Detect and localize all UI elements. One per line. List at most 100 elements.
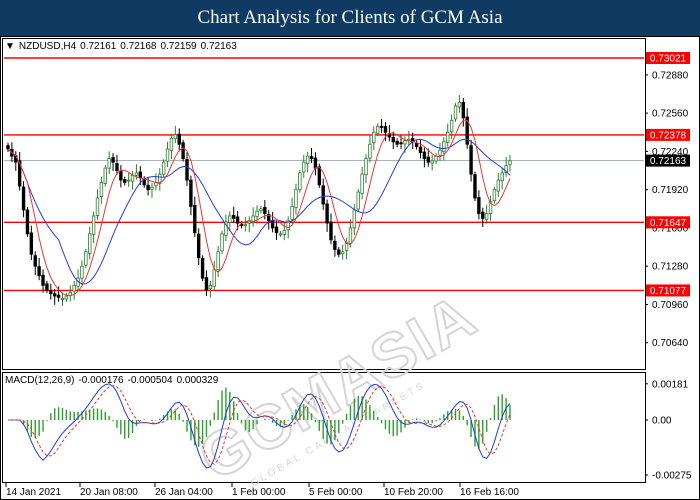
candle-body: [64, 295, 69, 300]
candle-body: [235, 216, 240, 224]
macd-value-2: -0.000504: [127, 375, 173, 386]
candle-body: [484, 213, 489, 220]
close-value: 0.72163: [200, 41, 237, 52]
macd-label: MACD(12,26,9): [5, 375, 75, 386]
candle-body: [161, 161, 166, 175]
candle-body: [337, 249, 341, 255]
candle-body: [119, 170, 123, 181]
time-tick-label: 10 Feb 20:00: [384, 487, 443, 498]
candle-body: [21, 186, 26, 211]
candle-body: [442, 141, 446, 153]
candle-body: [130, 174, 135, 182]
candle-body: [150, 186, 154, 190]
candle-body: [72, 284, 76, 292]
candle-body: [204, 277, 209, 291]
candle-body: [368, 143, 372, 159]
candle-body: [169, 137, 174, 151]
candle-body: [278, 233, 283, 236]
candle-body: [438, 149, 442, 156]
candle-body: [103, 167, 107, 184]
candle-body: [446, 131, 450, 143]
macd-tick-label: 0.00: [652, 416, 672, 427]
candle-body: [356, 191, 360, 210]
candle-body: [123, 179, 127, 183]
time-tick-label: 1 Feb 00:00: [232, 487, 286, 498]
candle-body: [379, 125, 384, 128]
candle-body: [414, 142, 419, 148]
current-price-label: 0.72163: [650, 156, 687, 167]
candle-body: [391, 137, 395, 143]
candle-body: [329, 221, 333, 241]
open-value: 0.72161: [80, 41, 117, 52]
candle-body: [375, 125, 380, 134]
macd-value-1: -0.000176: [78, 375, 124, 386]
candle-body: [212, 269, 216, 287]
candle-body: [228, 215, 232, 223]
candle-body: [457, 101, 462, 108]
macd-tick-label: -0.00275: [652, 471, 692, 482]
candle-body: [282, 229, 286, 235]
macd-tick-label: 0.00181: [652, 379, 689, 390]
candle-body: [461, 101, 466, 119]
chart-title: Chart Analysis for Clients of GCM Asia: [197, 7, 503, 28]
candle-body: [305, 155, 310, 164]
candle-body: [453, 105, 458, 120]
candle-body: [422, 151, 427, 159]
level-label: 0.71077: [650, 286, 687, 297]
candle-body: [500, 172, 504, 181]
candle-body: [134, 172, 139, 176]
candle-body: [383, 126, 388, 133]
candle-body: [165, 148, 170, 162]
candle-body: [208, 284, 213, 290]
candle-body: [33, 255, 37, 267]
candle-body: [348, 227, 353, 244]
candle-body: [49, 290, 53, 295]
candle-body: [430, 160, 434, 164]
candle-body: [399, 142, 403, 145]
candle-body: [146, 184, 150, 191]
candle-body: [91, 215, 96, 235]
candle-body: [317, 166, 322, 186]
collapse-arrow-icon[interactable]: ▼: [5, 41, 15, 52]
candle-body: [294, 189, 298, 208]
symbol-name: NZDUSD,H4: [18, 41, 77, 52]
candle-body: [60, 298, 65, 300]
candle-body: [95, 197, 100, 216]
price-tick-label: 0.72560: [652, 109, 689, 120]
candle-body: [6, 145, 10, 150]
candle-body: [492, 189, 497, 202]
candle-body: [88, 233, 92, 254]
candle-body: [232, 215, 236, 219]
candle-body: [325, 203, 329, 224]
candle-body: [352, 209, 357, 229]
chart-title-bar: Chart Analysis for Clients of GCM Asia: [0, 0, 700, 36]
time-tick-label: 16 Feb 16:00: [460, 487, 519, 498]
candle-body: [99, 182, 104, 197]
candle-body: [473, 174, 477, 199]
macd-info: MACD(12,26,9) -0.000176 -0.000504 0.000329: [5, 375, 222, 386]
candle-body: [126, 179, 131, 182]
candle-body: [80, 265, 84, 279]
price-tick-label: 0.71920: [652, 185, 689, 196]
candle-body: [372, 131, 376, 144]
price-tick-label: 0.71280: [652, 262, 689, 273]
price-tick-label: 0.72880: [652, 70, 689, 81]
candle-body: [185, 159, 189, 181]
candle-body: [360, 173, 364, 194]
candle-body: [481, 211, 485, 219]
low-value: 0.72159: [160, 41, 197, 52]
candle-body: [340, 251, 345, 255]
candle-body: [469, 145, 473, 175]
candle-body: [138, 171, 143, 179]
candle-body: [52, 293, 57, 297]
candle-body: [189, 179, 193, 207]
candle-body: [111, 157, 115, 163]
candle-body: [196, 233, 201, 259]
candle-body: [25, 209, 30, 235]
candle-body: [220, 233, 224, 252]
candle-body: [298, 172, 302, 191]
candle-body: [259, 208, 263, 212]
candle-body: [477, 197, 481, 214]
candle-body: [181, 142, 185, 159]
candle-body: [426, 156, 430, 163]
